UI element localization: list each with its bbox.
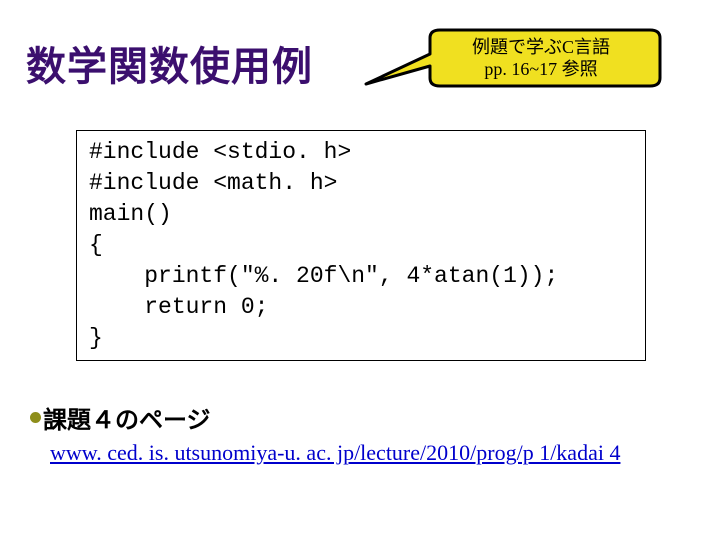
callout-box: 例題で学ぶC言語 pp. 16~17 参照 <box>429 34 653 82</box>
bullet-icon <box>30 412 41 423</box>
callout-line-2: pp. 16~17 参照 <box>484 58 597 81</box>
page-title: 数学関数使用例 <box>26 34 313 92</box>
slide: 数学関数使用例 例題で学ぶC言語 pp. 16~17 参照 #include <… <box>0 0 720 540</box>
reference-link[interactable]: www. ced. is. utsunomiya-u. ac. jp/lectu… <box>50 440 620 466</box>
section-heading: 課題４のページ <box>43 400 211 435</box>
section-row: 課題４のページ <box>30 400 211 435</box>
code-box: #include <stdio. h> #include <math. h> m… <box>76 130 646 361</box>
callout-line-1: 例題で学ぶC言語 <box>472 36 610 59</box>
code-content: #include <stdio. h> #include <math. h> m… <box>89 137 633 354</box>
